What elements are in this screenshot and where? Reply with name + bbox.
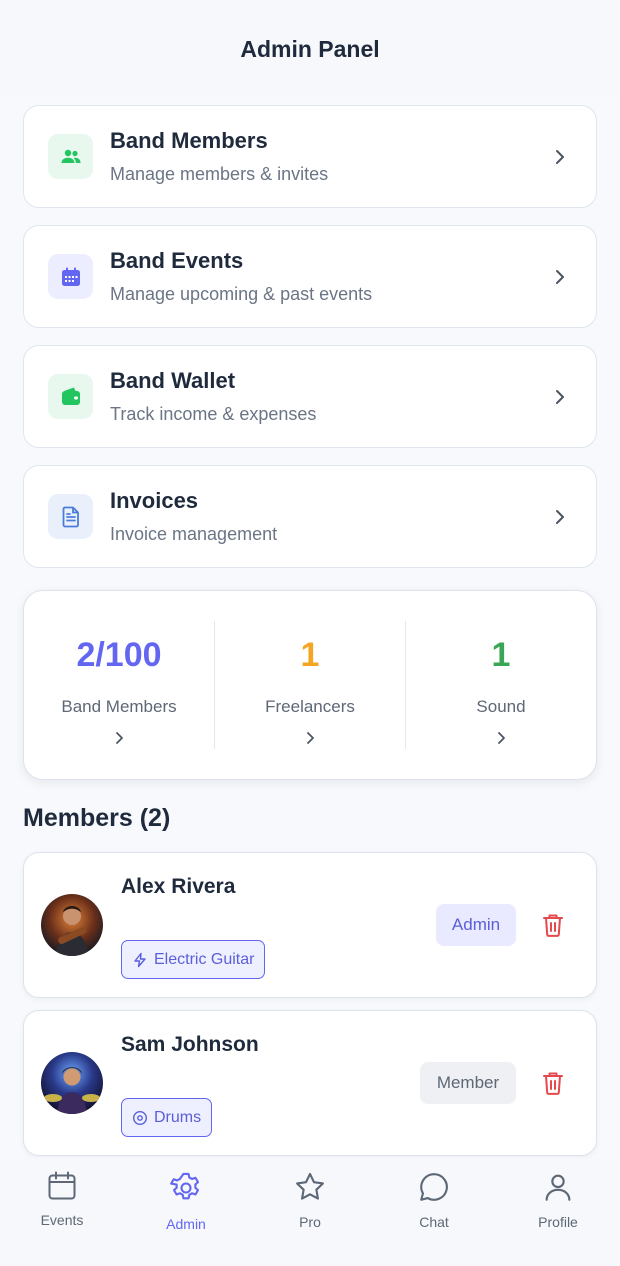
instrument-badge: Drums — [121, 1098, 213, 1137]
page-title: Admin Panel — [240, 36, 380, 62]
role-badge[interactable]: Member — [420, 1062, 516, 1104]
tab-admin[interactable]: Admin — [124, 1158, 248, 1266]
menu-title: Band Wallet — [110, 368, 236, 393]
stat-value: 1 — [491, 636, 511, 674]
stat-value: 2/100 — [76, 636, 162, 674]
stat-label: Freelancers — [265, 697, 355, 716]
document-icon — [48, 494, 93, 539]
gear-icon — [168, 1170, 204, 1211]
bottom-tab-bar: Events Admin Pro Chat Profile — [0, 1158, 620, 1266]
stat-sound[interactable]: 1 Sound — [406, 591, 596, 779]
avatar — [41, 894, 103, 956]
chevron-right-icon — [496, 731, 506, 750]
avatar — [41, 1052, 103, 1114]
tab-label: Profile — [538, 1214, 578, 1230]
menu-card-band-wallet[interactable]: Band Wallet Track income & expenses — [23, 345, 597, 448]
instrument-label: Electric Guitar — [154, 950, 255, 968]
chevron-right-icon — [548, 145, 572, 169]
users-icon — [48, 134, 93, 179]
stat-freelancers[interactable]: 1 Freelancers — [215, 591, 405, 779]
chevron-right-icon — [305, 731, 315, 750]
menu-subtitle: Track income & expenses — [110, 404, 317, 424]
menu-card-band-events[interactable]: Band Events Manage upcoming & past event… — [23, 225, 597, 328]
tab-label: Admin — [166, 1216, 206, 1232]
wallet-icon — [48, 374, 93, 419]
menu-title: Invoices — [110, 488, 199, 513]
menu-title: Band Events — [110, 248, 244, 273]
tab-label: Chat — [419, 1214, 449, 1230]
disc-icon — [132, 1110, 148, 1126]
tab-profile[interactable]: Profile — [496, 1158, 620, 1266]
tab-events[interactable]: Events — [0, 1158, 124, 1266]
menu-subtitle: Invoice management — [110, 524, 278, 544]
members-section-title: Members (2) — [23, 804, 171, 832]
chat-icon — [417, 1170, 451, 1209]
calendar-icon — [46, 1170, 78, 1207]
menu-card-band-members[interactable]: Band Members Manage members & invites — [23, 105, 597, 208]
tab-pro[interactable]: Pro — [248, 1158, 372, 1266]
stat-label: Sound — [476, 697, 526, 716]
instrument-label: Drums — [154, 1108, 202, 1126]
chevron-right-icon — [114, 731, 124, 750]
member-name: Sam Johnson — [121, 1033, 259, 1056]
member-name: Alex Rivera — [121, 875, 236, 898]
stat-value: 1 — [300, 636, 320, 674]
person-icon — [541, 1170, 575, 1209]
lightning-icon — [132, 952, 148, 968]
stat-label: Band Members — [61, 697, 177, 716]
star-icon — [293, 1170, 327, 1209]
role-badge[interactable]: Admin — [436, 904, 516, 946]
trash-icon[interactable] — [538, 1067, 568, 1099]
chevron-right-icon — [548, 265, 572, 289]
menu-title: Band Members — [110, 128, 268, 153]
stats-card: 2/100 Band Members 1 Freelancers 1 Sound — [23, 590, 597, 780]
stat-band-members[interactable]: 2/100 Band Members — [24, 591, 214, 779]
chevron-right-icon — [548, 505, 572, 529]
tab-chat[interactable]: Chat — [372, 1158, 496, 1266]
app-header: Admin Panel — [0, 0, 620, 96]
tab-label: Events — [40, 1212, 84, 1228]
calendar-icon — [48, 254, 93, 299]
member-card[interactable]: Sam Johnson Drums Member — [23, 1010, 597, 1156]
trash-icon[interactable] — [538, 909, 568, 941]
menu-subtitle: Manage members & invites — [110, 164, 329, 184]
menu-card-invoices[interactable]: Invoices Invoice management — [23, 465, 597, 568]
chevron-right-icon — [548, 385, 572, 409]
menu-subtitle: Manage upcoming & past events — [110, 284, 373, 304]
instrument-badge: Electric Guitar — [121, 940, 266, 979]
tab-label: Pro — [299, 1214, 321, 1230]
member-card[interactable]: Alex Rivera Electric Guitar Admin — [23, 852, 597, 998]
